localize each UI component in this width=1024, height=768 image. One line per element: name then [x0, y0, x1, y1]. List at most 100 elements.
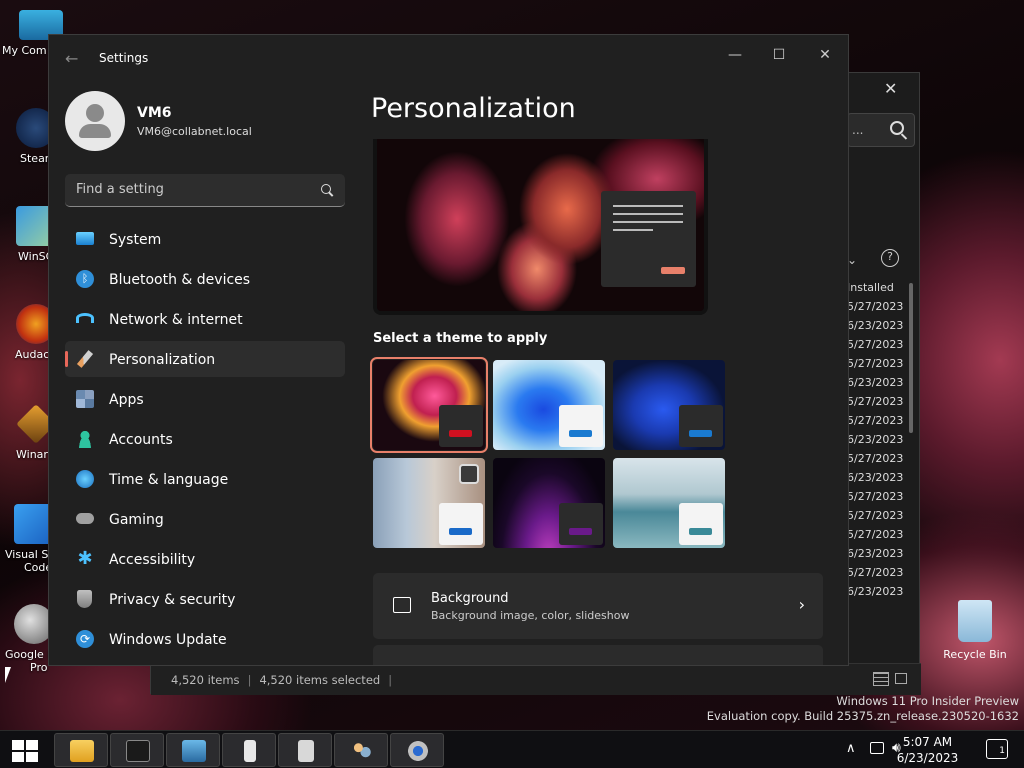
- sidebar-item-privacy[interactable]: Privacy & security: [65, 581, 345, 617]
- theme-tile-captured-motion[interactable]: [493, 458, 605, 548]
- users-icon: [350, 740, 374, 762]
- preview-accent-button: [661, 267, 685, 274]
- gamepad-icon: [76, 513, 94, 524]
- view-toggle[interactable]: [873, 672, 913, 688]
- document-icon: [298, 740, 314, 762]
- update-icon: ⟳: [76, 630, 94, 648]
- date-cell: 6/23/2023: [847, 547, 904, 560]
- search-icon: [890, 121, 904, 135]
- taskbar-file-explorer[interactable]: [54, 733, 108, 767]
- system-icon: [76, 232, 94, 245]
- sidebar-item-network[interactable]: Network & internet: [65, 301, 345, 337]
- avatar[interactable]: [65, 91, 125, 151]
- globe-clock-icon: [76, 470, 94, 488]
- mouse-cursor-icon: [5, 667, 11, 683]
- avatar-body: [79, 124, 111, 138]
- terminal-icon: [126, 740, 150, 762]
- main-content: Personalization Select a theme to apply: [370, 35, 848, 665]
- date-cell: 5/27/2023: [847, 338, 904, 351]
- taskbar-registry[interactable]: [222, 733, 276, 767]
- accessibility-icon: ✱: [77, 548, 93, 569]
- column-header[interactable]: Installed: [847, 278, 907, 297]
- accounts-icon: [76, 430, 94, 448]
- explorer-status-bar: 4,520 items | 4,520 items selected |: [151, 663, 921, 695]
- sidebar-item-personalization[interactable]: Personalization: [65, 341, 345, 377]
- details-view-icon[interactable]: [873, 672, 889, 686]
- desktop: My Com Stean WinSC Audac Winar Visual St…: [0, 0, 1024, 730]
- recycle-bin-icon: [958, 600, 992, 642]
- file-explorer-icon: [70, 740, 94, 762]
- date-cell: 6/23/2023: [847, 319, 904, 332]
- registry-icon: [244, 740, 256, 762]
- user-email: VM6@collabnet.local: [137, 125, 252, 138]
- sidebar-item-system[interactable]: System: [65, 221, 345, 257]
- clock[interactable]: 5:07 AM 6/23/2023: [880, 734, 975, 766]
- theme-tile-glow-dark[interactable]: [370, 357, 488, 453]
- date-cell: 6/23/2023: [847, 585, 904, 598]
- theme-tile-bloom-dark[interactable]: [613, 360, 725, 450]
- card-subtitle: Background image, color, slideshow: [431, 609, 630, 622]
- wifi-icon: [76, 313, 94, 323]
- sidebar-item-time-language[interactable]: Time & language: [65, 461, 345, 497]
- taskbar: ∧ 🔊︎ 5:07 AM 6/23/2023 1: [0, 730, 1024, 768]
- taskbar-terminal[interactable]: [110, 733, 164, 767]
- sidebar-item-bluetooth[interactable]: ᛒ Bluetooth & devices: [65, 261, 345, 297]
- date-cell: 5/27/2023: [847, 357, 904, 370]
- colors-settings-card[interactable]: [373, 645, 823, 665]
- sidebar-item-accounts[interactable]: Accounts: [65, 421, 345, 457]
- shield-icon: [77, 590, 92, 608]
- date-cell: 6/23/2023: [847, 471, 904, 484]
- date-cell: 6/23/2023: [847, 433, 904, 446]
- explorer-scrollbar[interactable]: [909, 283, 913, 433]
- date-cell: 5/27/2023: [847, 566, 904, 579]
- date-cell: 5/27/2023: [847, 395, 904, 408]
- tray-chevron-icon[interactable]: ∧: [846, 741, 856, 756]
- sidebar-item-accessibility[interactable]: ✱ Accessibility: [65, 541, 345, 577]
- notification-center-icon[interactable]: 1: [986, 739, 1008, 759]
- desktop-icon-recycle-bin[interactable]: Recycle Bin: [940, 600, 1010, 661]
- app-title: Settings: [99, 51, 149, 65]
- explorer-search-input[interactable]: ...: [847, 113, 915, 147]
- date-cell: 6/23/2023: [847, 376, 904, 389]
- installed-date-column: Installed 5/27/2023 6/23/2023 5/27/2023 …: [847, 278, 907, 601]
- sidebar-nav: System ᛒ Bluetooth & devices Network & i…: [65, 221, 345, 661]
- sidebar-item-windows-update[interactable]: ⟳ Windows Update: [65, 621, 345, 657]
- sidebar-item-gaming[interactable]: Gaming: [65, 501, 345, 537]
- date-cell: 5/27/2023: [847, 414, 904, 427]
- sidebar-item-apps[interactable]: Apps: [65, 381, 345, 417]
- paintbrush-icon: [76, 350, 94, 368]
- taskbar-remote-desktop[interactable]: [166, 733, 220, 767]
- remote-desktop-icon: [182, 740, 206, 762]
- taskbar-document[interactable]: [278, 733, 332, 767]
- theme-section-label: Select a theme to apply: [373, 331, 548, 346]
- image-icon: [393, 597, 411, 613]
- spotlight-camera-icon: [459, 464, 479, 484]
- theme-preview: [373, 139, 708, 315]
- date-cell: 5/27/2023: [847, 509, 904, 522]
- theme-tile-flow[interactable]: [613, 458, 725, 548]
- page-title: Personalization: [371, 93, 576, 124]
- avatar-head: [86, 104, 104, 122]
- help-icon[interactable]: ?: [881, 249, 899, 267]
- taskbar-users[interactable]: [334, 733, 388, 767]
- theme-tile-spotlight[interactable]: [373, 458, 485, 548]
- taskbar-settings[interactable]: [390, 733, 444, 767]
- apps-icon: [76, 390, 94, 408]
- card-title: Background: [431, 591, 509, 606]
- tiles-view-icon[interactable]: [895, 673, 907, 684]
- search-input[interactable]: Find a setting: [65, 174, 345, 207]
- settings-window[interactable]: ← Settings — ☐ ✕ VM6 VM6@collabnet.local…: [48, 34, 849, 666]
- user-name: VM6: [137, 105, 172, 121]
- chevron-right-icon: ›: [798, 595, 805, 614]
- date-cell: 5/27/2023: [847, 300, 904, 313]
- background-settings-card[interactable]: Background Background image, color, slid…: [373, 573, 823, 639]
- date-cell: 5/27/2023: [847, 528, 904, 541]
- start-button[interactable]: [12, 740, 38, 762]
- search-icon: [321, 184, 331, 194]
- build-watermark: Windows 11 Pro Insider Preview Evaluatio…: [706, 694, 1019, 723]
- date-cell: 5/27/2023: [847, 490, 904, 503]
- explorer-close-icon[interactable]: ✕: [884, 79, 897, 98]
- bluetooth-icon: ᛒ: [76, 270, 94, 288]
- back-arrow-icon[interactable]: ←: [65, 49, 78, 68]
- theme-tile-bloom-light[interactable]: [493, 360, 605, 450]
